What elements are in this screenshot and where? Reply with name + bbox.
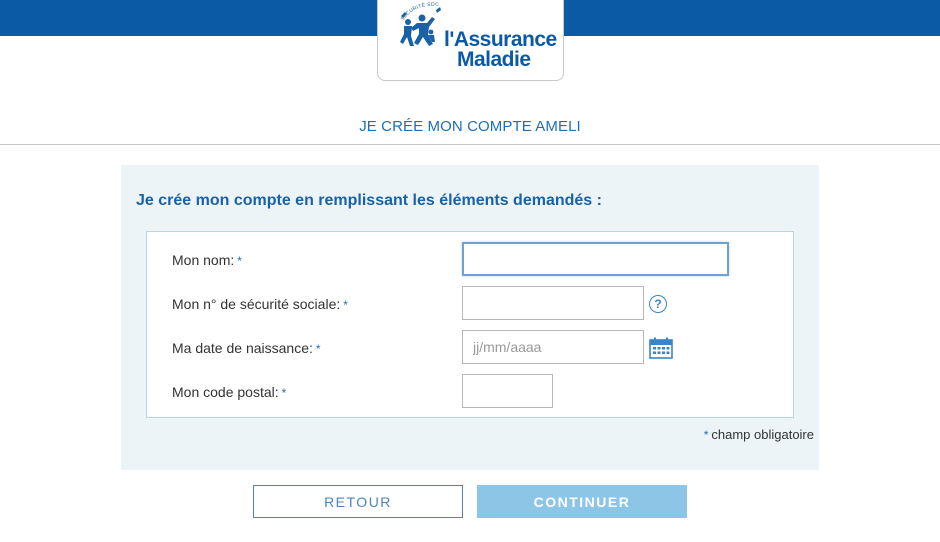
code-postal-input[interactable] — [462, 374, 553, 408]
required-marker: * — [703, 428, 709, 442]
continuer-button[interactable]: CONTINUER — [477, 485, 687, 518]
question-circle-icon[interactable]: ? — [649, 295, 667, 313]
page-title: JE CRÉE MON COMPTE AMELI — [359, 118, 581, 135]
label-code-postal-text: Mon code postal: — [172, 384, 279, 400]
label-date-naissance-text: Ma date de naissance: — [172, 340, 313, 356]
label-securite-sociale-text: Mon n° de sécurité sociale: — [172, 296, 341, 312]
label-securite-sociale: Mon n° de sécurité sociale: * — [172, 296, 348, 312]
nom-input[interactable] — [462, 242, 729, 276]
securite-sociale-input[interactable] — [462, 286, 644, 320]
required-marker: * — [237, 254, 242, 268]
securite-sociale-arc-text: SÉCURITÉ SOCIALE — [400, 2, 439, 22]
required-marker: * — [281, 386, 287, 400]
label-nom: Mon nom: * — [172, 252, 242, 268]
help-glyph: ? — [654, 297, 662, 311]
calendar-icon[interactable] — [649, 337, 673, 359]
required-marker: * — [315, 342, 321, 356]
required-note-text: champ obligatoire — [711, 427, 814, 442]
title-divider — [0, 144, 940, 145]
date-naissance-input[interactable] — [462, 330, 644, 364]
retour-button[interactable]: RETOUR — [253, 485, 463, 518]
label-date-naissance: Ma date de naissance: * — [172, 340, 321, 356]
logo-text-line2: Maladie — [457, 48, 531, 71]
form-heading: Je crée mon compte en remplissant les él… — [136, 192, 602, 209]
label-code-postal: Mon code postal: * — [172, 384, 286, 400]
form-panel: Je crée mon compte en remplissant les él… — [121, 165, 819, 470]
required-marker: * — [343, 298, 348, 312]
assurance-maladie-logo[interactable]: SÉCURITÉ SOCIALE l'Assurance Maladie — [377, 0, 564, 81]
label-nom-text: Mon nom: — [172, 252, 235, 268]
svg-text:SÉCURITÉ SOCIALE: SÉCURITÉ SOCIALE — [400, 2, 439, 22]
form-fields-box: Mon nom: * Mon n° de sécurité sociale: * ?… — [146, 231, 794, 418]
required-field-note: * champ obligatoire — [704, 427, 814, 442]
